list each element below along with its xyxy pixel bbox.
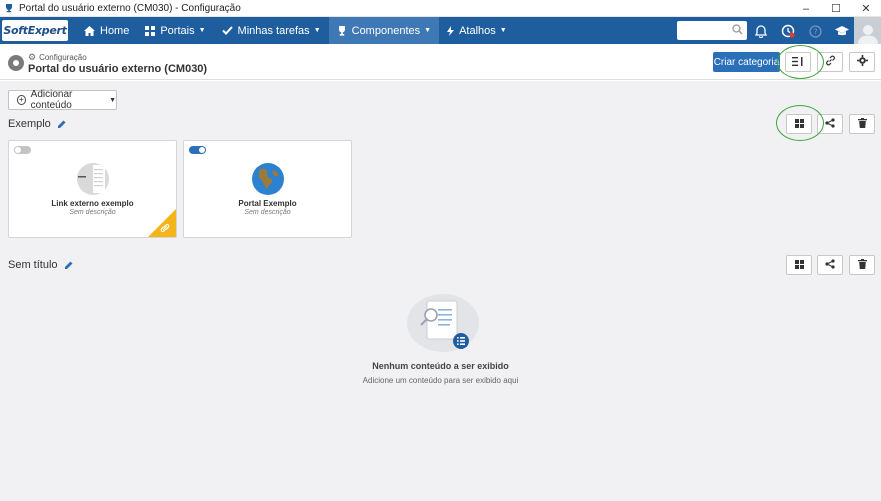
globe-icon — [251, 162, 285, 196]
delete-button[interactable] — [849, 114, 875, 134]
link-button[interactable] — [817, 52, 843, 72]
add-content-button[interactable]: + Adicionar conteúdo ▼ — [8, 89, 117, 111]
home-icon — [84, 25, 95, 36]
gear-icon — [856, 55, 868, 69]
link-icon — [825, 55, 836, 69]
empty-state-title: Nenhum conteúdo a ser exibido — [372, 361, 509, 371]
chevron-down-icon: ▼ — [109, 96, 116, 104]
grid-icon — [145, 25, 156, 36]
close-button[interactable]: ✕ — [851, 0, 881, 17]
graduation-cap-icon[interactable] — [832, 21, 852, 41]
window-title-bar: Portal do usuário externo (CM030) - Conf… — [0, 0, 881, 17]
reorder-button[interactable] — [785, 52, 811, 72]
nav-portais[interactable]: Portais ▼ — [137, 17, 213, 44]
avatar[interactable] — [854, 17, 881, 44]
empty-state-subtitle: Adicione um conteúdo para ser exibido aq… — [362, 376, 519, 385]
card-name: Portal Exemplo — [238, 199, 297, 208]
nav-minhas-tarefas[interactable]: Minhas tarefas ▼ — [214, 17, 329, 44]
nav-home[interactable]: Home — [76, 17, 137, 44]
grid-view-button[interactable] — [786, 255, 812, 275]
pencil-icon[interactable] — [64, 261, 73, 270]
search-icon — [732, 24, 743, 38]
empty-state-illustration — [405, 293, 485, 355]
content-card[interactable]: Portal Exemplo Sem descrição — [183, 140, 352, 238]
share-button[interactable] — [817, 255, 843, 275]
share-icon — [825, 258, 835, 272]
top-navbar: SoftExpert Home Portais ▼ Minhas tarefas… — [0, 17, 881, 44]
page-title: Portal do usuário externo (CM030) — [28, 63, 208, 75]
search-input[interactable] — [677, 21, 747, 40]
link-icon — [148, 209, 176, 237]
card-name: Link externo exemplo — [51, 199, 134, 208]
trash-icon — [857, 117, 867, 131]
chevron-down-icon: ▼ — [424, 27, 432, 34]
grid-icon — [794, 258, 804, 272]
chevron-down-icon: ▼ — [499, 27, 507, 34]
card-description: Sem descrição — [244, 209, 291, 216]
gear-icon: ⚙ — [28, 52, 37, 62]
trophy-icon — [3, 2, 15, 14]
bolt-icon — [447, 25, 455, 36]
trash-icon — [857, 258, 867, 272]
section-title: Exemplo — [8, 118, 66, 130]
clock-notification-icon[interactable] — [778, 21, 798, 41]
maximize-button[interactable]: ☐ — [821, 0, 851, 17]
nav-componentes[interactable]: Componentes ▼ — [328, 17, 440, 44]
plus-circle-icon: + — [17, 95, 26, 105]
enable-toggle[interactable] — [14, 146, 31, 154]
nav-atalhos[interactable]: Atalhos ▼ — [439, 17, 515, 44]
grid-icon — [794, 117, 804, 131]
grid-view-button[interactable] — [786, 114, 812, 134]
settings-cog-icon — [8, 55, 24, 71]
create-category-button[interactable]: Criar categoria — [713, 52, 780, 72]
content-card[interactable]: Link externo exemplo Sem descrição — [8, 140, 177, 238]
check-icon — [221, 26, 233, 35]
help-icon[interactable]: ? — [805, 21, 825, 41]
share-button[interactable] — [817, 114, 843, 134]
chevron-down-icon: ▼ — [313, 27, 321, 34]
pencil-icon[interactable] — [57, 120, 66, 129]
window-title: Portal do usuário externo (CM030) - Conf… — [19, 2, 241, 14]
trophy-icon — [337, 25, 347, 36]
softexpert-logo[interactable]: SoftExpert — [2, 20, 68, 41]
chevron-down-icon: ▼ — [198, 27, 206, 34]
section-title: Sem título — [8, 259, 73, 271]
enable-toggle[interactable] — [189, 146, 206, 154]
bell-icon[interactable] — [751, 21, 771, 41]
share-icon — [825, 117, 835, 131]
sort-list-icon — [792, 55, 804, 69]
breadcrumb: ⚙ Configuração — [28, 52, 87, 62]
delete-button[interactable] — [849, 255, 875, 275]
svg-text:?: ? — [813, 27, 817, 36]
settings-button[interactable] — [849, 52, 875, 72]
minimize-button[interactable]: – — [791, 0, 821, 17]
link-page-icon — [76, 162, 110, 196]
